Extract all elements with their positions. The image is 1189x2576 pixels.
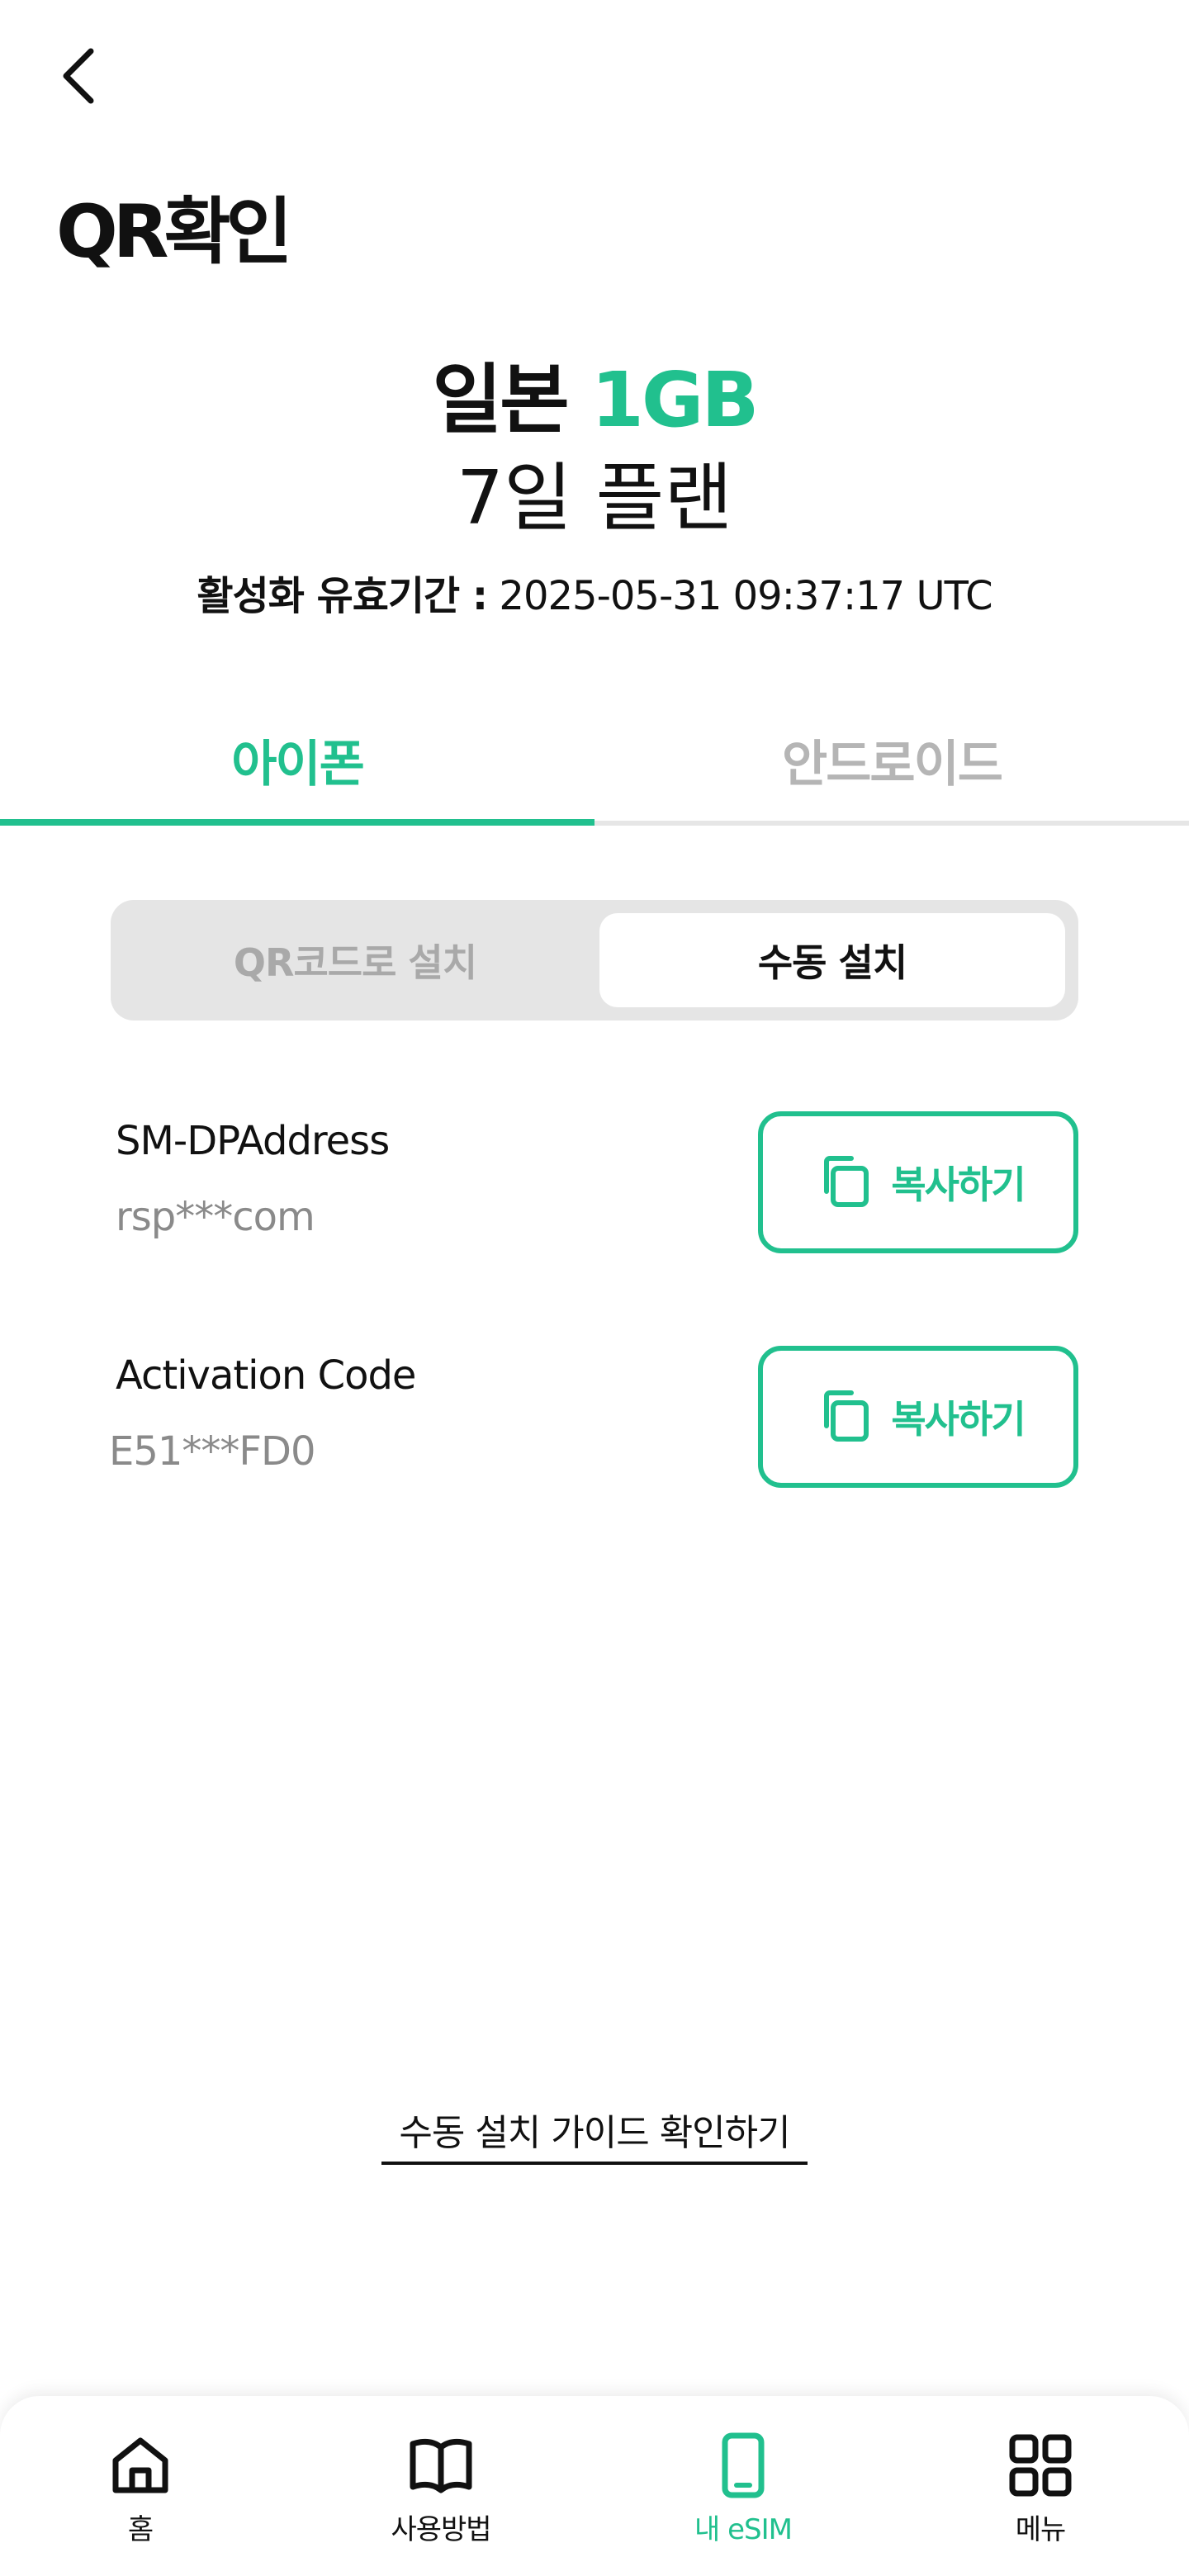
validity-info: 활성화 유효기간 : 2025-05-31 09:37:17 UTC bbox=[0, 563, 1189, 621]
manual-install-option[interactable]: 수동 설치 bbox=[599, 913, 1065, 1007]
validity-label: 활성화 유효기간 : bbox=[197, 573, 488, 619]
home-icon bbox=[112, 2437, 168, 2493]
install-mode-toggle: QR코드로 설치 수동 설치 bbox=[111, 900, 1078, 1020]
plan-name: 일본 1GB bbox=[0, 339, 1189, 448]
nav-menu[interactable]: 메뉴 bbox=[958, 2432, 1123, 2564]
smdp-address-label: SM-DPAddress bbox=[116, 1118, 390, 1164]
plan-duration: 7일 플랜 bbox=[456, 455, 733, 542]
copy-icon bbox=[824, 1156, 869, 1207]
nav-label: 메뉴 bbox=[1015, 2513, 1067, 2546]
tab-iphone[interactable]: 아이폰 bbox=[0, 694, 594, 826]
book-icon bbox=[410, 2438, 472, 2493]
bottom-nav: 홈 사용방법 내 eSIM 메뉴 bbox=[0, 2396, 1189, 2576]
nav-label: 내 eSIM bbox=[694, 2513, 793, 2546]
nav-label: 사용방법 bbox=[391, 2513, 491, 2546]
page-title: QR확인 bbox=[56, 189, 292, 274]
phone-icon bbox=[722, 2432, 765, 2498]
activation-code-value: E51***FD0 bbox=[109, 1428, 316, 1475]
copy-label: 복사하기 bbox=[891, 1163, 1026, 1207]
copy-smdp-address-button[interactable]: 복사하기 bbox=[758, 1111, 1078, 1253]
nav-home[interactable]: 홈 bbox=[58, 2432, 223, 2564]
copy-label: 복사하기 bbox=[891, 1397, 1026, 1442]
tab-android[interactable]: 안드로이드 bbox=[594, 694, 1189, 826]
smdp-address-value: rsp***com bbox=[116, 1194, 315, 1240]
qr-install-option[interactable]: QR코드로 설치 bbox=[124, 913, 586, 1007]
copy-activation-code-button[interactable]: 복사하기 bbox=[758, 1346, 1078, 1488]
chevron-left-icon bbox=[63, 48, 94, 104]
manual-install-guide-link[interactable]: 수동 설치 가이드 확인하기 bbox=[381, 2097, 808, 2165]
copy-icon bbox=[824, 1390, 869, 1442]
os-tabs: 아이폰 안드로이드 bbox=[0, 694, 1189, 826]
plan-country: 일본 bbox=[432, 356, 570, 444]
nav-my-esim[interactable]: 내 eSIM bbox=[661, 2432, 826, 2564]
grid-icon bbox=[1009, 2434, 1072, 2497]
tab-active-indicator bbox=[0, 819, 594, 826]
activation-code-row: Activation Code E51***FD0 복사하기 bbox=[0, 1346, 1189, 1494]
smdp-address-row: SM-DPAddress rsp***com 복사하기 bbox=[0, 1111, 1189, 1260]
back-button[interactable] bbox=[46, 43, 112, 109]
activation-code-label: Activation Code bbox=[116, 1352, 416, 1399]
nav-how-to-use[interactable]: 사용방법 bbox=[358, 2432, 523, 2564]
nav-label: 홈 bbox=[127, 2513, 154, 2546]
plan-data-amount: 1GB bbox=[590, 356, 760, 444]
validity-value: 2025-05-31 09:37:17 UTC bbox=[499, 573, 992, 619]
